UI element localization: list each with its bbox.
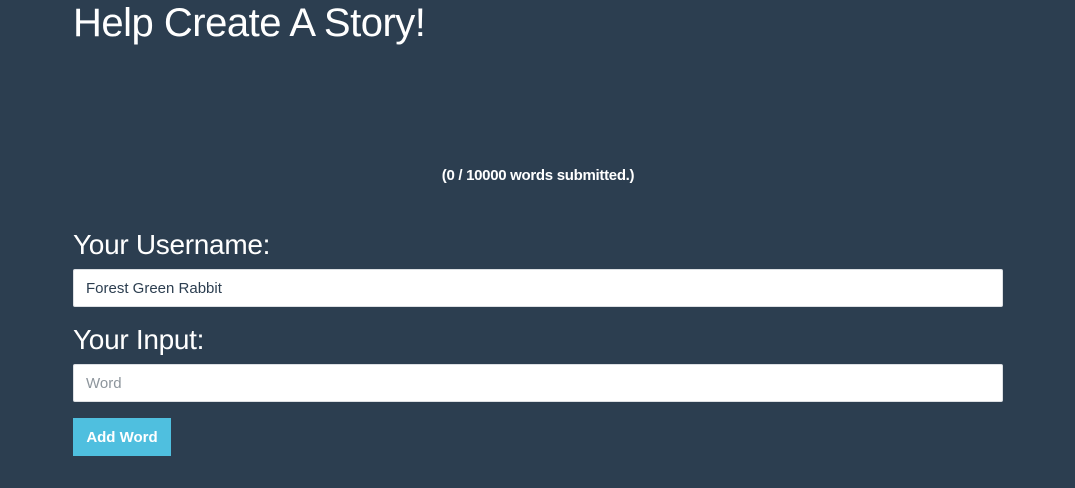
username-label: Your Username: [73, 229, 271, 260]
username-input[interactable] [73, 269, 1003, 307]
word-input-label: Your Input: [73, 324, 205, 355]
add-word-button[interactable]: Add Word [73, 418, 171, 456]
word-count-status: (0 / 10000 words submitted.) [441, 167, 635, 184]
word-input[interactable] [73, 364, 1003, 402]
page-title: Help Create A Story! [73, 1, 426, 45]
